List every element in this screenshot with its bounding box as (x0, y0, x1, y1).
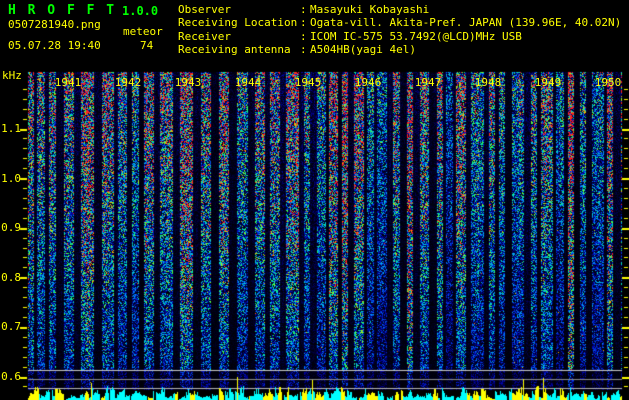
info-separator: : (300, 16, 307, 30)
output-filename: 0507281940.png (8, 18, 101, 31)
info-label: Receiver (178, 29, 231, 43)
info-value: Masayuki Kobayashi (310, 3, 430, 16)
freq-axis-unit: kHz (2, 69, 22, 82)
freq-tick-label: 0.6 (1, 370, 21, 383)
time-tick-label: 1949 (534, 76, 562, 89)
info-value: A504HB(yagi 4el) (310, 43, 416, 57)
time-tick-label: 1944 (234, 76, 262, 89)
info-separator: : (300, 43, 307, 57)
station-info-row: Receiver: ICOM IC-575 53.7492(@LCD)MHz US… (178, 30, 621, 43)
time-tick-label: 1946 (354, 76, 382, 89)
freq-tick-label: 0.8 (1, 270, 21, 284)
station-info-row: Observer: Masayuki Kobayashi (178, 3, 621, 16)
time-tick-label: 1942 (114, 76, 142, 89)
info-value: Ogata-vill. Akita-Pref. JAPAN (139.96E, … (310, 16, 622, 30)
info-label: Receiving antenna (178, 43, 291, 57)
spectrogram-canvas (0, 0, 629, 400)
freq-tick-label: 0.9 (1, 221, 21, 235)
freq-tick-label: 1.1 (1, 122, 21, 135)
hrofft-output-window: H R O F F T 1.0.0 0507281940.png meteor … (0, 0, 629, 400)
info-separator: : (300, 3, 307, 16)
freq-tick-label: 0.7 (1, 320, 21, 334)
time-tick-label: 1947 (414, 76, 442, 89)
time-tick-label: 1941 (54, 76, 82, 89)
info-label: Receiving Location (178, 16, 298, 30)
info-label: Observer (178, 3, 231, 16)
observation-datetime: 05.07.28 19:40 (8, 39, 101, 52)
time-tick-label: 1943 (174, 76, 202, 89)
station-info-block: Observer: Masayuki Kobayashi Receiving Loc… (178, 3, 621, 57)
info-separator: : (300, 29, 307, 43)
time-tick-label: 1945 (294, 76, 322, 89)
info-value: ICOM IC-575 53.7492(@LCD)MHz USB (310, 29, 522, 43)
freq-tick-label: 1.0 (1, 171, 21, 185)
echo-count: 74 (140, 39, 154, 52)
app-version: 1.0.0 (122, 4, 159, 18)
time-tick-label: 1948 (474, 76, 502, 89)
station-info-row: Receiving Location: Ogata-vill. Akita-Pre… (178, 16, 621, 29)
observation-mode: meteor (123, 25, 163, 38)
time-tick-label: 1950 (594, 76, 622, 89)
station-info-row: Receiving antenna: A504HB(yagi 4el) (178, 43, 621, 56)
app-title: H R O F F T (8, 3, 117, 18)
